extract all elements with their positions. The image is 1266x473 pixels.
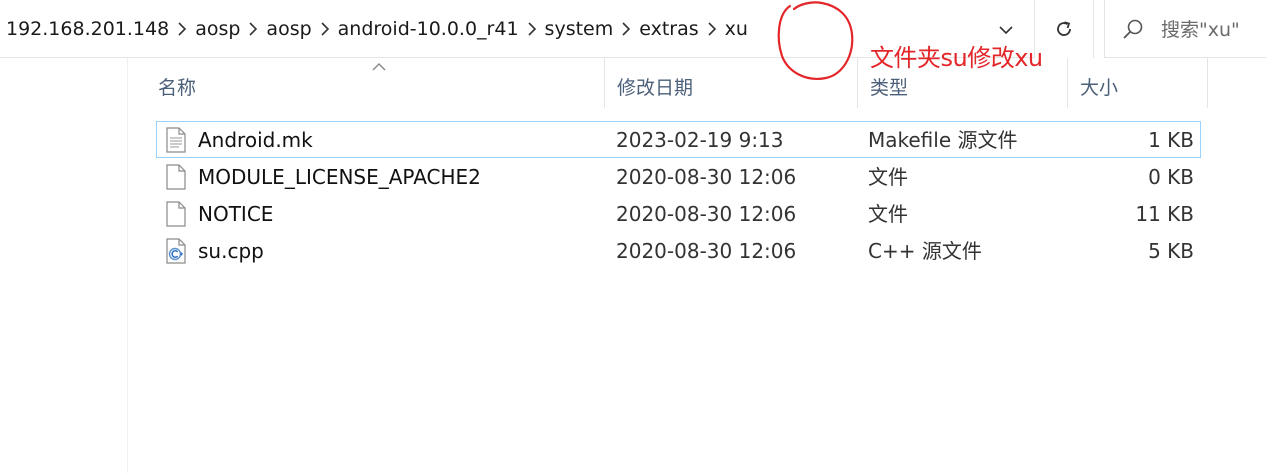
breadcrumb: 192.168.201.148 aosp aosp android-10.0.0… (0, 0, 754, 58)
text-file-icon (166, 127, 186, 153)
search-icon (1105, 0, 1161, 58)
blank-file-icon (166, 164, 186, 190)
file-date: 2023-02-19 9:13 (616, 128, 784, 152)
navigation-pane-divider (127, 58, 128, 473)
file-row-notice[interactable]: NOTICE 2020-08-30 12:06 文件 11 KB (156, 195, 1201, 232)
column-header-row: 名称 修改日期 类型 大小 (146, 58, 1208, 108)
file-size: 11 KB (1135, 202, 1194, 226)
column-header-name[interactable]: 名称 (146, 58, 605, 108)
chevron-right-icon[interactable] (525, 0, 539, 58)
breadcrumb-item-host[interactable]: 192.168.201.148 (0, 0, 175, 58)
file-name: Android.mk (198, 128, 313, 152)
column-header-size-label: 大小 (1080, 77, 1119, 99)
breadcrumb-item-xu[interactable]: xu (719, 0, 754, 58)
file-list: Android.mk 2023-02-19 9:13 Makefile 源文件 … (156, 121, 1201, 269)
cpp-file-icon (166, 238, 186, 264)
file-size: 5 KB (1148, 239, 1194, 263)
column-header-date-label: 修改日期 (617, 77, 694, 99)
file-name: NOTICE (198, 202, 274, 226)
chevron-down-icon (999, 26, 1013, 35)
file-type: Makefile 源文件 (868, 128, 1018, 152)
breadcrumb-item-android-version[interactable]: android-10.0.0_r41 (332, 0, 525, 58)
refresh-button[interactable] (1034, 0, 1094, 58)
chevron-right-icon[interactable] (705, 0, 719, 58)
column-header-size[interactable]: 大小 (1068, 58, 1208, 108)
chevron-right-icon[interactable] (175, 0, 189, 58)
sort-ascending-icon (372, 63, 386, 71)
chevron-right-icon[interactable] (318, 0, 332, 58)
blank-file-icon (166, 201, 186, 227)
annotation-note: 文件夹su修改xu (870, 44, 1043, 72)
refresh-icon (1057, 21, 1071, 36)
chevron-right-icon[interactable] (246, 0, 260, 58)
file-row-module-license[interactable]: MODULE_LICENSE_APACHE2 2020-08-30 12:06 … (156, 158, 1201, 195)
file-type: C++ 源文件 (868, 239, 982, 263)
chevron-right-icon[interactable] (619, 0, 633, 58)
file-name: su.cpp (198, 239, 264, 263)
file-size: 0 KB (1148, 165, 1194, 189)
file-date: 2020-08-30 12:06 (616, 165, 797, 189)
breadcrumb-item-aosp-1[interactable]: aosp (189, 0, 246, 58)
annotation-circle (777, 1, 854, 80)
breadcrumb-item-aosp-2[interactable]: aosp (260, 0, 317, 58)
breadcrumb-item-extras[interactable]: extras (633, 0, 704, 58)
file-size: 1 KB (1148, 128, 1194, 152)
file-date: 2020-08-30 12:06 (616, 202, 797, 226)
column-header-name-label: 名称 (158, 77, 197, 99)
file-explorer-window: 192.168.201.148 aosp aosp android-10.0.0… (0, 0, 1266, 473)
search-box[interactable]: 搜索"xu" (1104, 0, 1266, 58)
column-header-type-label: 类型 (870, 77, 909, 99)
file-name: MODULE_LICENSE_APACHE2 (198, 165, 481, 189)
file-row-su-cpp[interactable]: su.cpp 2020-08-30 12:06 C++ 源文件 5 KB (156, 232, 1201, 269)
file-row-android-mk[interactable]: Android.mk 2023-02-19 9:13 Makefile 源文件 … (156, 121, 1201, 158)
file-date: 2020-08-30 12:06 (616, 239, 797, 263)
file-type: 文件 (868, 202, 908, 226)
breadcrumb-item-system[interactable]: system (539, 0, 620, 58)
search-placeholder: 搜索"xu" (1161, 19, 1240, 41)
file-type: 文件 (868, 165, 908, 189)
